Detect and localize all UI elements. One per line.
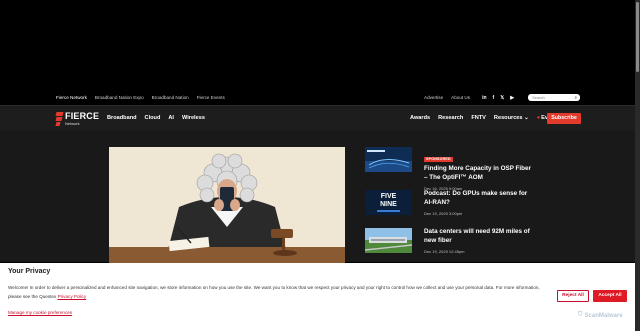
reject-all-button[interactable]: Reject All xyxy=(557,290,589,302)
nav-resources-label: Resources xyxy=(493,115,523,121)
data-center-thumbnail xyxy=(365,228,412,253)
watermark-text: ScanMalware xyxy=(584,312,623,319)
article-date: Dec 19, 2025 12:45pm xyxy=(424,249,465,254)
logo-mark-icon xyxy=(55,112,64,126)
utility-bar: Fierce Network Broadband Nation Expo Bro… xyxy=(0,92,635,105)
sidebar-article[interactable]: Data centers will need 92M miles of new … xyxy=(365,228,540,260)
podcast-thumbnail-line1: FIVE xyxy=(380,193,397,200)
nav-ai[interactable]: AI xyxy=(168,115,174,121)
nav-wireless[interactable]: Wireless xyxy=(182,115,205,121)
article-thumbnail[interactable] xyxy=(365,147,412,172)
primary-nav: Broadband Cloud AI Wireless xyxy=(107,115,205,121)
about-us-link[interactable]: About Us xyxy=(451,95,470,100)
utility-link-fierce-network[interactable]: Fierce Network xyxy=(56,95,87,100)
facebook-icon[interactable]: f xyxy=(493,95,495,101)
nav-cloud[interactable]: Cloud xyxy=(145,115,161,121)
logo-subtext: Network xyxy=(65,121,80,126)
hero-image[interactable] xyxy=(109,147,345,265)
subscribe-button[interactable]: Subscribe xyxy=(547,113,581,124)
sidebar-article[interactable]: SPONSORED Finding More Capacity in OSP F… xyxy=(365,147,540,191)
judge-with-phone-illustration xyxy=(109,147,345,265)
accept-all-button[interactable]: Accept All xyxy=(593,290,627,302)
podcast-thumbnail-text: FIVE NINE xyxy=(365,193,412,209)
privacy-message: Welcome! In order to deliver a personali… xyxy=(8,283,548,301)
nav-resources[interactable]: Resources ⌄ xyxy=(494,115,529,121)
social-links: in f 𝕏 ▶ xyxy=(482,95,514,101)
linkedin-icon[interactable]: in xyxy=(482,95,486,101)
utility-right: Advertise About Us in f 𝕏 ▶ Search ⌕ xyxy=(424,94,581,101)
scrollbar-thumb[interactable] xyxy=(636,2,639,72)
utility-link-fierce-events[interactable]: Fierce Events xyxy=(197,95,225,100)
watermark: ⛉ ScanMalware xyxy=(578,312,623,319)
page: Fierce Network Broadband Nation Expo Bro… xyxy=(0,0,640,331)
utility-links: Fierce Network Broadband Nation Expo Bro… xyxy=(56,95,225,100)
utility-link-broadband-nation-expo[interactable]: Broadband Nation Expo xyxy=(95,95,144,100)
utility-link-broadband-nation[interactable]: Broadband Nation xyxy=(152,95,189,100)
search-placeholder: Search xyxy=(532,95,545,100)
secondary-nav: Awards Research FNTV Resources ⌄ ●Events xyxy=(410,115,559,121)
fierce-network-logo[interactable]: FIERCE Network xyxy=(55,111,100,126)
podcast-thumbnail-bar xyxy=(377,210,400,212)
article-date: Dec 19, 2025 3:00pm xyxy=(424,211,463,216)
article-thumbnail[interactable]: FIVE NINE xyxy=(365,190,412,215)
x-icon[interactable]: 𝕏 xyxy=(500,95,504,101)
privacy-message-text: Welcome! In order to deliver a personali… xyxy=(8,285,540,299)
chevron-down-icon: ⌄ xyxy=(524,115,529,121)
article-thumbnail[interactable] xyxy=(365,228,412,253)
privacy-banner: Your Privacy Welcome! In order to delive… xyxy=(0,263,635,331)
scrollbar[interactable] xyxy=(635,0,640,331)
main-nav: FIERCE Network Broadband Cloud AI Wirele… xyxy=(0,105,635,131)
fiber-cable-thumbnail xyxy=(365,147,412,172)
sidebar-article[interactable]: FIVE NINE Podcast: Do GPUs make sense fo… xyxy=(365,190,540,222)
nav-broadband[interactable]: Broadband xyxy=(107,115,137,121)
search-icon[interactable]: ⌕ xyxy=(575,95,578,100)
youtube-icon[interactable]: ▶ xyxy=(510,95,514,101)
privacy-heading: Your Privacy xyxy=(8,268,51,275)
advertise-link[interactable]: Advertise xyxy=(424,95,443,100)
shield-icon: ⛉ xyxy=(578,312,583,318)
article-title[interactable]: Podcast: Do GPUs make sense for AI-RAN? xyxy=(424,190,536,207)
nav-fntv[interactable]: FNTV xyxy=(471,115,486,121)
article-title[interactable]: Finding More Capacity in OSP Fiber – The… xyxy=(424,165,536,182)
privacy-policy-link[interactable]: Privacy Policy xyxy=(58,294,87,299)
nav-research[interactable]: Research xyxy=(438,115,463,121)
nav-awards[interactable]: Awards xyxy=(410,115,430,121)
logo-wordmark: FIERCE xyxy=(65,111,100,121)
article-title[interactable]: Data centers will need 92M miles of new … xyxy=(424,228,536,245)
manage-cookie-preferences-link[interactable]: Manage my cookie preferences xyxy=(8,310,72,315)
search-input[interactable]: Search ⌕ xyxy=(528,94,581,101)
sponsored-badge: SPONSORED xyxy=(424,156,453,162)
location-pin-icon: ● xyxy=(536,115,541,121)
podcast-thumbnail-line2: NINE xyxy=(380,201,397,208)
